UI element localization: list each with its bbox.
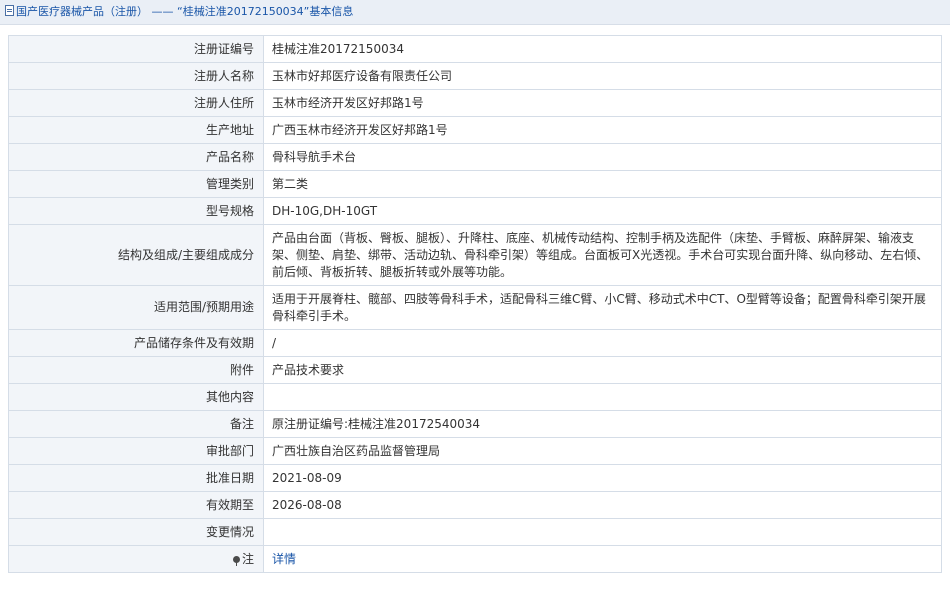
table-row: 产品名称 骨科导航手术台 xyxy=(8,143,942,171)
row-label: 适用范围/预期用途 xyxy=(8,285,264,330)
row-value: 骨科导航手术台 xyxy=(263,143,942,171)
row-label: 注册证编号 xyxy=(8,35,264,63)
row-label: 其他内容 xyxy=(8,383,264,411)
row-value: 玉林市好邦医疗设备有限责任公司 xyxy=(263,62,942,90)
row-value: 适用于开展脊柱、髋部、四肢等骨科手术，适配骨科三维C臂、小C臂、移动式术中CT、… xyxy=(263,285,942,330)
row-label: 备注 xyxy=(8,410,264,438)
note-value-cell: 详情 xyxy=(263,545,942,573)
row-value xyxy=(263,383,942,411)
row-label: 批准日期 xyxy=(8,464,264,492)
table-row: 注册人名称 玉林市好邦医疗设备有限责任公司 xyxy=(8,62,942,90)
row-label: 注册人住所 xyxy=(8,89,264,117)
table-row: 注册证编号 桂械注准20172150034 xyxy=(8,35,942,63)
table-row: 型号规格 DH-10G,DH-10GT xyxy=(8,197,942,225)
table-row: 生产地址 广西玉林市经济开发区好邦路1号 xyxy=(8,116,942,144)
breadcrumb-separator: —— xyxy=(151,5,174,18)
row-value: DH-10G,DH-10GT xyxy=(263,197,942,225)
row-label: 生产地址 xyxy=(8,116,264,144)
row-label: 型号规格 xyxy=(8,197,264,225)
row-value: 广西壮族自治区药品监督管理局 xyxy=(263,437,942,465)
row-value: 2026-08-08 xyxy=(263,491,942,519)
document-icon xyxy=(5,5,14,16)
table-row: 有效期至 2026-08-08 xyxy=(8,491,942,519)
table-row: 备注 原注册证编号:桂械注准20172540034 xyxy=(8,410,942,438)
table-row: 注册人住所 玉林市经济开发区好邦路1号 xyxy=(8,89,942,117)
row-label: 产品储存条件及有效期 xyxy=(8,329,264,357)
row-value: 2021-08-09 xyxy=(263,464,942,492)
table-row: 变更情况 xyxy=(8,518,942,546)
row-value: 玉林市经济开发区好邦路1号 xyxy=(263,89,942,117)
row-value: 产品由台面（背板、臀板、腿板）、升降柱、底座、机械传动结构、控制手柄及选配件（床… xyxy=(263,224,942,286)
row-value: 原注册证编号:桂械注准20172540034 xyxy=(263,410,942,438)
table-row: 其他内容 xyxy=(8,383,942,411)
table-row: 管理类别 第二类 xyxy=(8,170,942,198)
row-label: 管理类别 xyxy=(8,170,264,198)
row-label: 产品名称 xyxy=(8,143,264,171)
row-value: / xyxy=(263,329,942,357)
detail-table-container: 注册证编号 桂械注准20172150034 注册人名称 玉林市好邦医疗设备有限责… xyxy=(8,35,942,573)
table-row: 审批部门 广西壮族自治区药品监督管理局 xyxy=(8,437,942,465)
table-row: 适用范围/预期用途 适用于开展脊柱、髋部、四肢等骨科手术，适配骨科三维C臂、小C… xyxy=(8,285,942,330)
row-value xyxy=(263,518,942,546)
row-value: 产品技术要求 xyxy=(263,356,942,384)
pin-icon xyxy=(232,555,240,566)
row-label: 有效期至 xyxy=(8,491,264,519)
table-row: 附件 产品技术要求 xyxy=(8,356,942,384)
breadcrumb-current: “桂械注准20172150034”基本信息 xyxy=(177,5,354,18)
row-label: 附件 xyxy=(8,356,264,384)
row-label: 结构及组成/主要组成成分 xyxy=(8,224,264,286)
row-value: 广西玉林市经济开发区好邦路1号 xyxy=(263,116,942,144)
row-value: 第二类 xyxy=(263,170,942,198)
detail-table: 注册证编号 桂械注准20172150034 注册人名称 玉林市好邦医疗设备有限责… xyxy=(8,35,942,573)
table-row: 结构及组成/主要组成成分 产品由台面（背板、臀板、腿板）、升降柱、底座、机械传动… xyxy=(8,224,942,286)
row-label: 变更情况 xyxy=(8,518,264,546)
table-row: 产品储存条件及有效期 / xyxy=(8,329,942,357)
breadcrumb: 国产医疗器械产品（注册） —— “桂械注准20172150034”基本信息 xyxy=(0,0,950,25)
details-link[interactable]: 详情 xyxy=(272,552,296,566)
table-row: 批准日期 2021-08-09 xyxy=(8,464,942,492)
row-label: 注册人名称 xyxy=(8,62,264,90)
table-row: 注 详情 xyxy=(8,545,942,573)
breadcrumb-root-link[interactable]: 国产医疗器械产品（注册） xyxy=(16,5,148,18)
note-label-cell: 注 xyxy=(8,545,264,573)
row-label: 注 xyxy=(241,551,254,566)
row-label: 审批部门 xyxy=(8,437,264,465)
row-value: 桂械注准20172150034 xyxy=(263,35,942,63)
